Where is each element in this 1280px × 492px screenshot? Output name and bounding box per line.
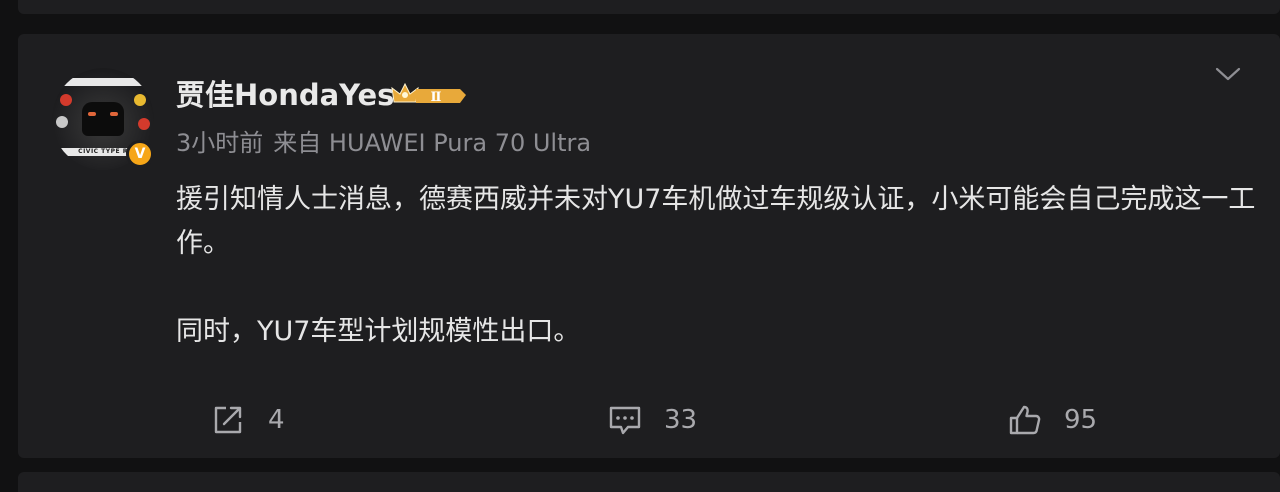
verified-badge: V xyxy=(126,140,154,168)
comment-icon xyxy=(609,406,641,435)
post-paragraph: 同时，YU7车型计划规模性出口。 xyxy=(176,316,581,347)
comment-count: 33 xyxy=(664,405,698,435)
next-post-card xyxy=(18,472,1280,492)
comment-button[interactable]: 33 xyxy=(608,398,697,442)
avatar-top-strip xyxy=(52,78,154,86)
post-content: 援引知情人士消息，德赛西威并未对YU7车机做过车规级认证，小米可能会自己完成这一… xyxy=(176,178,1256,354)
previous-post-card xyxy=(18,0,1280,14)
avatar-decoration xyxy=(138,118,150,130)
post-source: 来自 HUAWEI Pura 70 Ultra xyxy=(273,129,592,157)
crown-level-badge[interactable]: Ⅱ xyxy=(390,80,468,110)
chevron-down-icon[interactable] xyxy=(1214,64,1242,84)
like-count: 95 xyxy=(1064,405,1098,435)
like-button[interactable]: 95 xyxy=(1008,398,1097,442)
repost-button[interactable]: 4 xyxy=(212,398,285,442)
thumbs-up-icon xyxy=(1009,405,1041,435)
avatar-decoration xyxy=(134,94,146,106)
avatar-car xyxy=(82,102,124,136)
post-card: CIVIC TYPE R V 贾佳HondaYes Ⅱ 3小时前 来自 HUAWE… xyxy=(18,34,1280,458)
share-icon xyxy=(214,406,242,434)
avatar-decoration xyxy=(56,116,68,128)
username[interactable]: 贾佳HondaYes xyxy=(176,76,394,114)
level-badge-text: Ⅱ xyxy=(431,90,442,105)
post-meta: 3小时前 来自 HUAWEI Pura 70 Ultra xyxy=(176,128,591,158)
post-paragraph: 援引知情人士消息，德赛西威并未对YU7车机做过车规级认证，小米可能会自己完成这一… xyxy=(176,184,1256,259)
repost-count: 4 xyxy=(268,405,285,435)
post-time[interactable]: 3小时前 xyxy=(176,129,263,157)
avatar-decoration xyxy=(60,94,72,106)
